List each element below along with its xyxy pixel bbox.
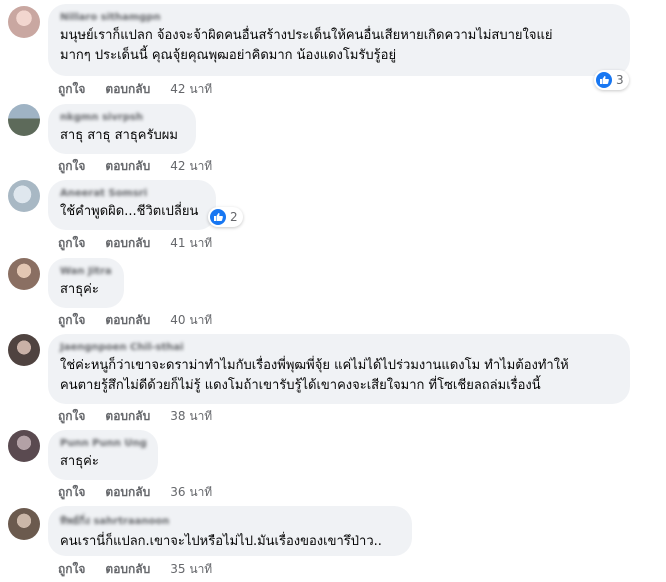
comment-text-line: มากๆ ประเด็นนี้ คุณจุ้ยคุณพุฒอย่าคิดมาก … [60, 48, 397, 63]
like-button[interactable]: ถูกใจ [58, 560, 85, 579]
commenter-name[interactable]: nkgmn sivrpsh [60, 112, 184, 123]
commenter-name[interactable]: Wan Jitra [60, 266, 112, 277]
reaction-count: 2 [230, 210, 238, 224]
profile-photo [8, 334, 40, 366]
comment-bubble: Jaengnpoen Chil-sthai ใช่ค่ะหนูก็ว่าเขาจ… [48, 334, 630, 404]
profile-photo [8, 258, 40, 290]
reply-button[interactable]: ตอบกลับ [105, 157, 150, 176]
comment-timestamp[interactable]: 35 นาที [170, 560, 212, 579]
like-button[interactable]: ถูกใจ [58, 80, 85, 99]
like-button[interactable]: ถูกใจ [58, 407, 85, 426]
comment-text-line: ใช่ค่ะหนูก็ว่าเขาจะดราม่าทำไมกับเรื่องพี… [60, 358, 569, 373]
like-reaction-icon [210, 209, 226, 225]
comment-text-line: คนตายรู้สึกไม่ดีด้วยก็ไม่รู้ แดงโมถ้าเขา… [60, 378, 541, 393]
reaction-count: 3 [616, 73, 624, 87]
reply-button[interactable]: ตอบกลับ [105, 560, 150, 579]
like-button[interactable]: ถูกใจ [58, 311, 85, 330]
comment-timestamp[interactable]: 38 นาที [170, 407, 212, 426]
comment-bubble: ทิพย์กิ่ง sahrtraanoon คนเรานี่ก็แปลก.เข… [48, 506, 412, 556]
avatar[interactable] [8, 180, 40, 212]
comment-actions: ถูกใจ ตอบกลับ 40 นาที [58, 311, 212, 330]
comment-bubble: Punn Punn Ung สาธุค่ะ [48, 430, 158, 480]
comment-actions: ถูกใจ ตอบกลับ 42 นาที [58, 80, 212, 99]
comment-timestamp[interactable]: 42 นาที [170, 80, 212, 99]
profile-photo [8, 104, 40, 136]
comment-actions: ถูกใจ ตอบกลับ 38 นาที [58, 407, 212, 426]
comment-text-line: คนเรานี่ก็แปลก.เขาจะไปหรือไม่ไป.มันเรื่อ… [60, 534, 382, 549]
avatar[interactable] [8, 430, 40, 462]
comment-text-line: สาธุ สาธุ สาธุครับผม [60, 128, 178, 143]
commenter-name[interactable]: Punn Punn Ung [60, 438, 147, 449]
avatar[interactable] [8, 508, 40, 540]
comment-timestamp[interactable]: 40 นาที [170, 311, 212, 330]
avatar[interactable] [8, 258, 40, 290]
profile-photo [8, 430, 40, 462]
comment-bubble: nkgmn sivrpsh สาธุ สาธุ สาธุครับผม [48, 104, 196, 154]
comment-timestamp[interactable]: 41 นาที [170, 234, 212, 253]
avatar[interactable] [8, 334, 40, 366]
reply-button[interactable]: ตอบกลับ [105, 80, 150, 99]
commenter-name[interactable]: Jaengnpoen Chil-sthai [60, 342, 618, 353]
profile-photo [8, 180, 40, 212]
avatar[interactable] [8, 104, 40, 136]
like-reaction-icon [596, 72, 612, 88]
comment-text-line: สาธุค่ะ [60, 454, 99, 469]
reply-button[interactable]: ตอบกลับ [105, 311, 150, 330]
reply-button[interactable]: ตอบกลับ [105, 483, 150, 502]
commenter-name[interactable]: ทิพย์กิ่ง sahrtraanoon [60, 514, 400, 529]
comment-bubble: Nillaro sithamgpn มนุษย์เราก็แปลก จ้องจะ… [48, 4, 630, 76]
comment-text-line: มนุษย์เราก็แปลก จ้องจะจ้าผิดคนอื่นสร้างป… [60, 28, 553, 43]
comment-actions: ถูกใจ ตอบกลับ 35 นาที [58, 560, 212, 579]
commenter-name[interactable]: Nillaro sithamgpn [60, 12, 618, 23]
comment-bubble: Wan Jitra สาธุค่ะ [48, 258, 124, 308]
like-button[interactable]: ถูกใจ [58, 234, 85, 253]
like-button[interactable]: ถูกใจ [58, 483, 85, 502]
comment-timestamp[interactable]: 42 นาที [170, 157, 212, 176]
reply-button[interactable]: ตอบกลับ [105, 234, 150, 253]
profile-photo [8, 6, 40, 38]
comment-timestamp[interactable]: 36 นาที [170, 483, 212, 502]
profile-photo [8, 508, 40, 540]
like-button[interactable]: ถูกใจ [58, 157, 85, 176]
reaction-badge[interactable]: 3 [594, 70, 629, 90]
commenter-name[interactable]: Aneerat Somsri [60, 188, 204, 199]
comment-actions: ถูกใจ ตอบกลับ 42 นาที [58, 157, 212, 176]
reply-button[interactable]: ตอบกลับ [105, 407, 150, 426]
comment-bubble: Aneerat Somsri ใช้คำพูดผิด...ชีวิตเปลี่ย… [48, 180, 216, 230]
avatar[interactable] [8, 6, 40, 38]
reaction-badge[interactable]: 2 [208, 207, 243, 227]
comment-text-line: ใช้คำพูดผิด...ชีวิตเปลี่ยน [60, 204, 199, 219]
comment-actions: ถูกใจ ตอบกลับ 41 นาที [58, 234, 212, 253]
comment-actions: ถูกใจ ตอบกลับ 36 นาที [58, 483, 212, 502]
comment-text-line: สาธุค่ะ [60, 282, 99, 297]
